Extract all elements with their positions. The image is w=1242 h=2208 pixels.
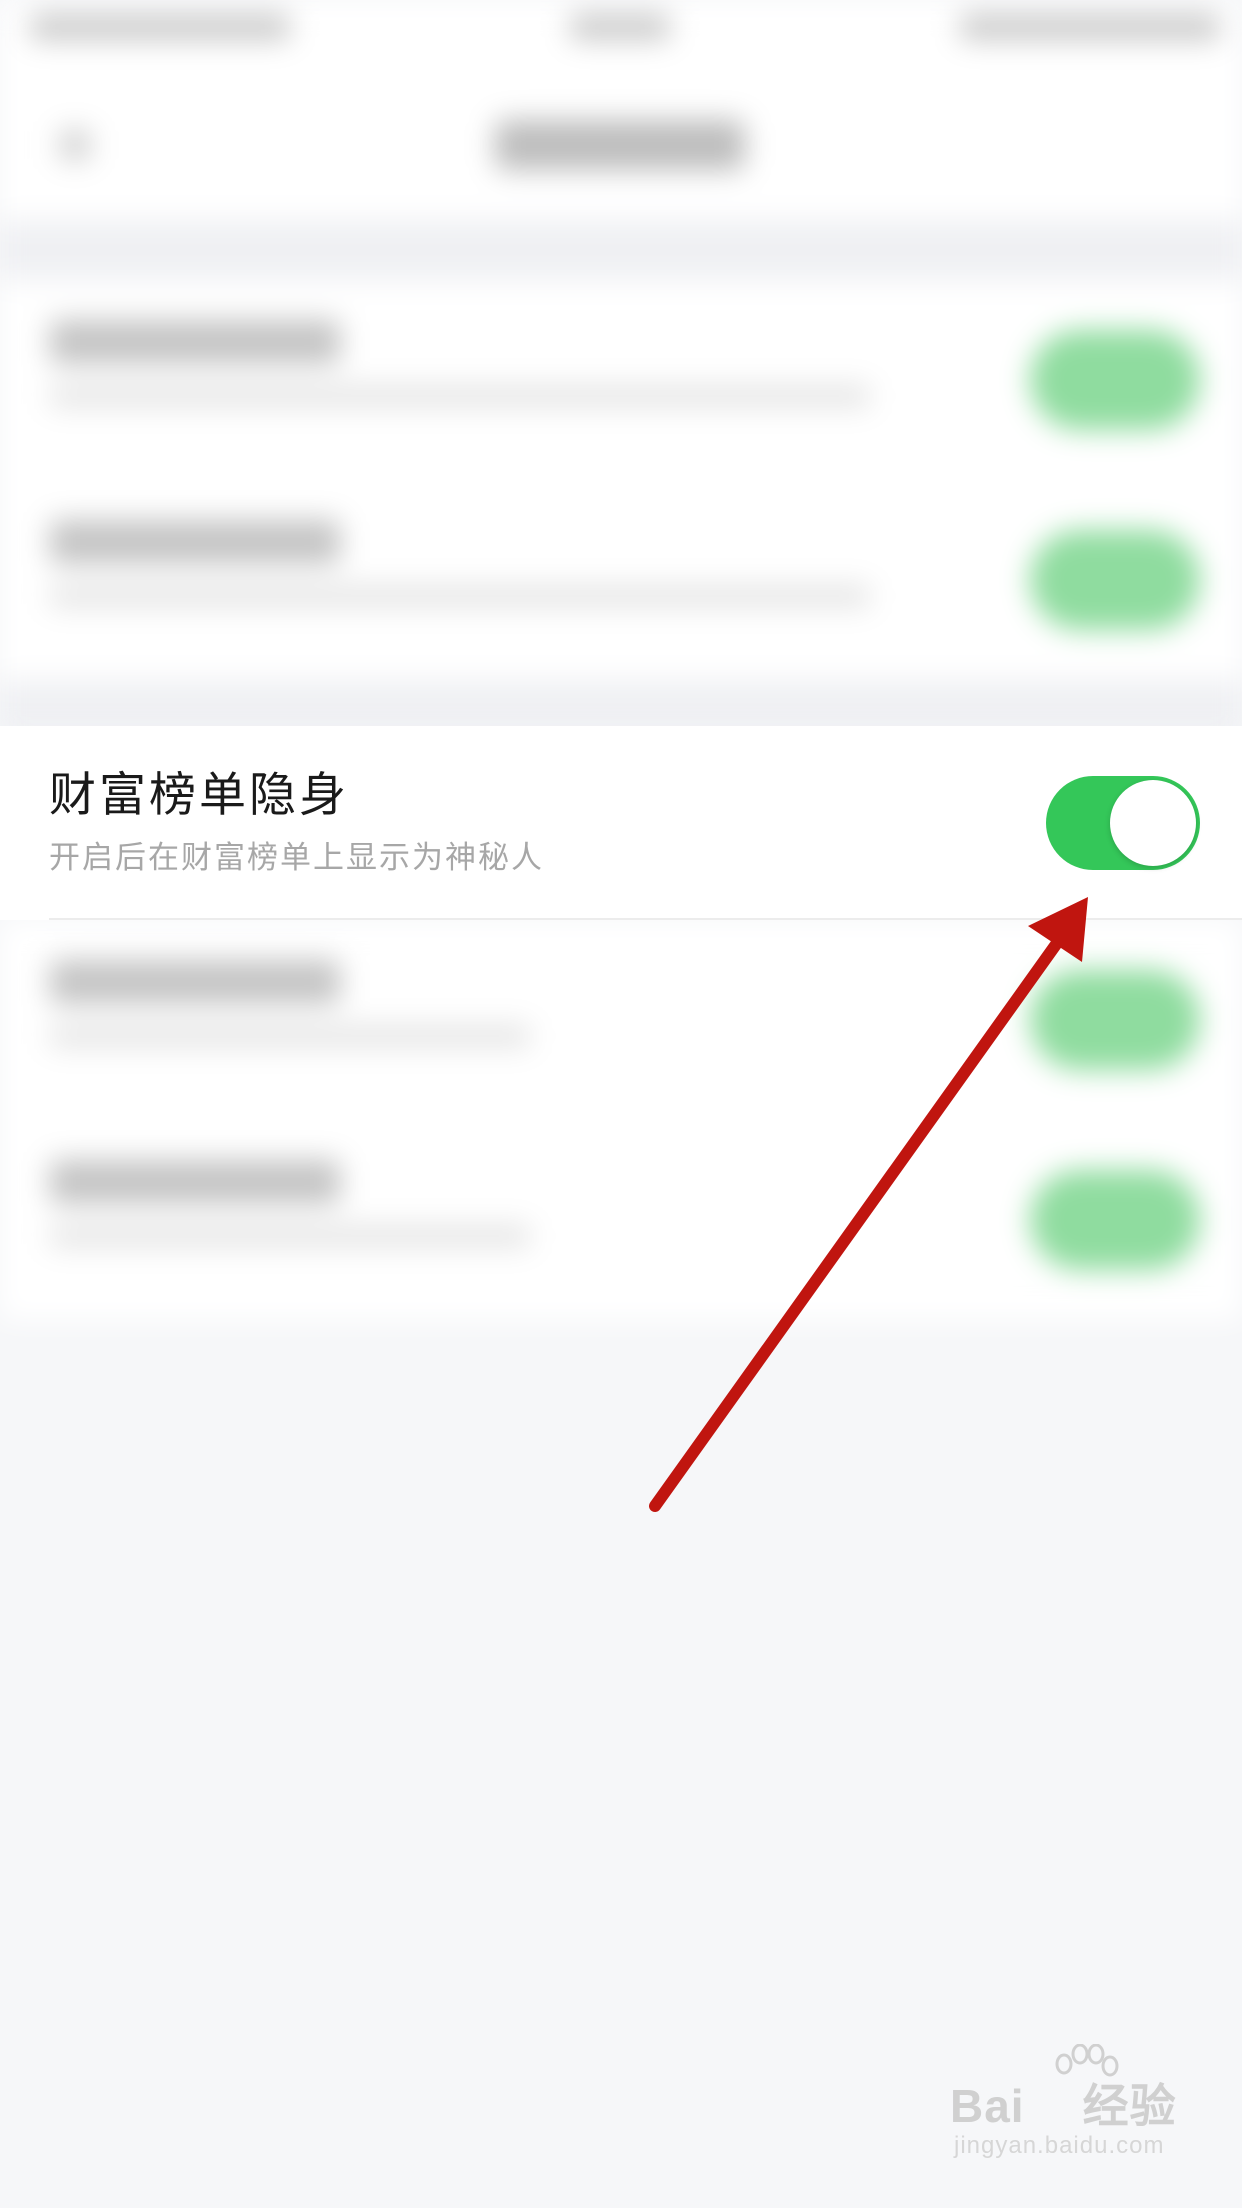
setting-subtitle: 开启后在财富榜单上显示为神秘人 bbox=[49, 840, 544, 876]
setting-row-blurred bbox=[0, 920, 1242, 1120]
back-icon[interactable] bbox=[60, 130, 90, 160]
blurred-subtitle bbox=[50, 1225, 530, 1247]
toggle-knob bbox=[1110, 780, 1196, 866]
status-right bbox=[960, 14, 1220, 40]
setting-row-wealth-ranking-invisible[interactable]: 财富榜单隐身 开启后在财富榜单上显示为神秘人 bbox=[0, 726, 1242, 920]
blurred-title bbox=[50, 520, 340, 564]
blurred-subtitle bbox=[50, 385, 870, 407]
blurred-subtitle bbox=[50, 1025, 530, 1047]
watermark-url: jingyan.baidu.com bbox=[954, 2132, 1165, 2159]
blurred-toggle[interactable] bbox=[1030, 330, 1200, 430]
section-gap bbox=[0, 220, 1242, 280]
blurred-title bbox=[50, 320, 340, 364]
setting-row-blurred bbox=[0, 1120, 1242, 1320]
watermark-brand: Bai 经验 bbox=[950, 2080, 1177, 2132]
status-time bbox=[570, 14, 670, 40]
setting-row-blurred bbox=[0, 280, 1242, 480]
row-divider bbox=[49, 918, 1242, 920]
watermark: Bai 经验 jingyan.baidu.com bbox=[950, 2044, 1210, 2180]
setting-row-blurred bbox=[0, 480, 1242, 680]
blurred-title bbox=[50, 960, 340, 1004]
status-left bbox=[30, 14, 290, 40]
blurred-toggle[interactable] bbox=[1030, 1170, 1200, 1270]
navigation-bar bbox=[0, 60, 1242, 220]
blurred-subtitle bbox=[50, 585, 870, 607]
blurred-background bbox=[0, 0, 1242, 2208]
blurred-toggle[interactable] bbox=[1030, 970, 1200, 1070]
status-bar bbox=[0, 0, 1242, 60]
invisible-toggle-switch[interactable] bbox=[1046, 776, 1200, 870]
setting-title: 财富榜单隐身 bbox=[49, 768, 349, 823]
blurred-title bbox=[50, 1160, 340, 1204]
nav-title bbox=[495, 120, 745, 170]
blurred-toggle[interactable] bbox=[1030, 530, 1200, 630]
